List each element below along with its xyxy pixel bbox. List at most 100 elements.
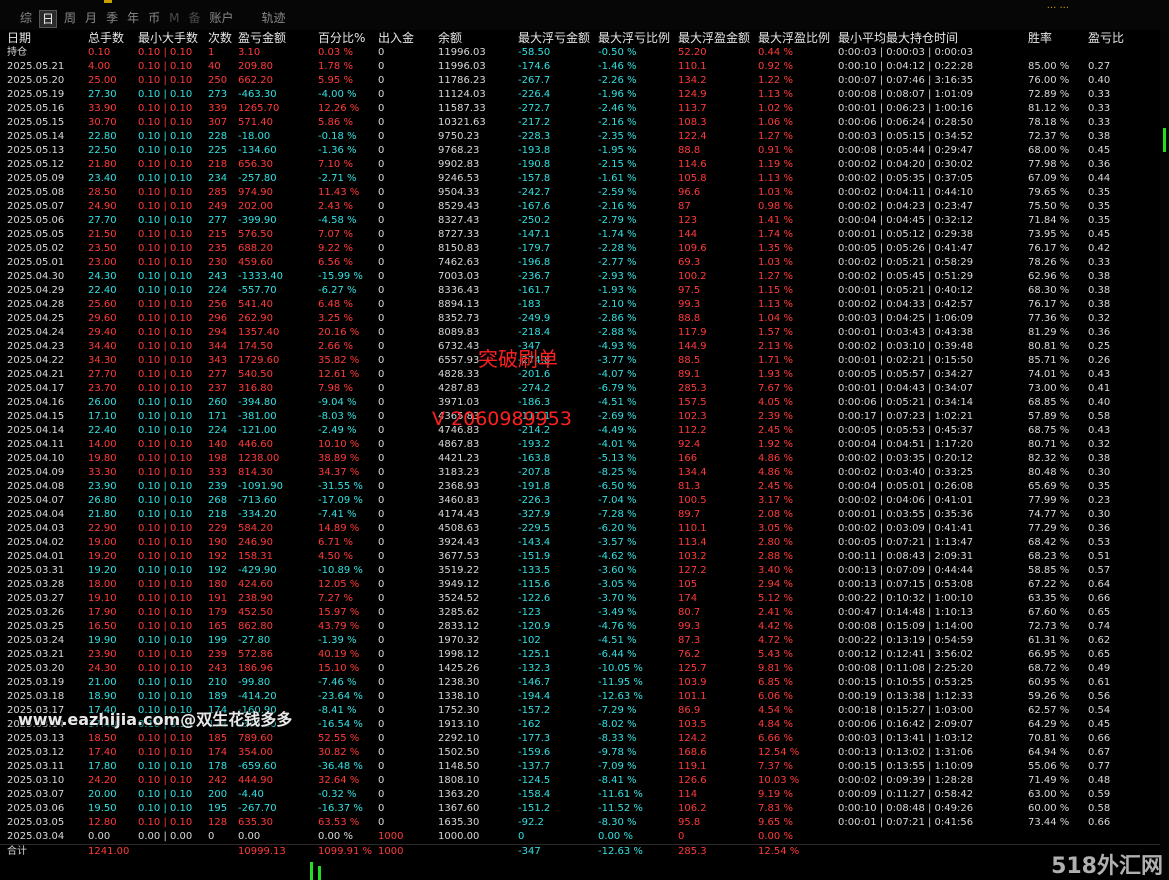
cell-deposit: 0 (378, 775, 385, 786)
table-row[interactable]: 2025.05.15 30.70 0.10 | 0.10 307 571.40 5.86 … (0, 116, 1160, 130)
table-row[interactable]: 2025.04.11 14.00 0.10 | 0.10 140 446.60 10.10… (0, 438, 1160, 452)
header-win-rate[interactable]: 胜率 (1028, 30, 1052, 46)
tab-overview[interactable]: 综 (18, 10, 34, 28)
table-row[interactable]: 2025.03.19 21.00 0.10 | 0.10 210 -99.80 -7.46… (0, 676, 1160, 690)
tab-currency[interactable]: 币 (146, 10, 162, 28)
table-row[interactable]: 2025.04.15 17.10 0.10 | 0.10 171 -381.00 -8.0… (0, 410, 1160, 424)
table-row[interactable]: 2025.05.13 22.50 0.10 | 0.10 225 -134.60 -1.3… (0, 144, 1160, 158)
header-total-lots[interactable]: 总手数 (88, 30, 124, 46)
table-row[interactable]: 2025.04.17 23.70 0.10 | 0.10 237 316.80 7.98 … (0, 382, 1160, 396)
table-row[interactable]: 2025.04.21 27.70 0.10 | 0.10 277 540.50 12.61… (0, 368, 1160, 382)
table-row[interactable]: 2025.04.16 26.00 0.10 | 0.10 260 -394.80 -9.0… (0, 396, 1160, 410)
cell-max-float-profit: 127.2 (678, 565, 707, 576)
header-profit[interactable]: 盈亏金额 (238, 30, 286, 46)
tab-m[interactable]: M (167, 10, 181, 28)
table-row[interactable]: 2025.03.13 18.50 0.10 | 0.10 185 789.60 52.55… (0, 732, 1160, 746)
header-max-float-loss[interactable]: 最大浮亏金额 (518, 30, 590, 46)
table-row[interactable]: 2025.04.02 19.00 0.10 | 0.10 190 246.90 6.71 … (0, 536, 1160, 550)
table-row[interactable]: 2025.03.10 24.20 0.10 | 0.10 242 444.90 32.64… (0, 774, 1160, 788)
header-count[interactable]: 次数 (208, 30, 232, 46)
cell-win-rate: 85.71 % (1028, 355, 1070, 366)
cell-profit: -394.80 (238, 397, 277, 408)
table-row[interactable]: 2025.05.01 23.00 0.10 | 0.10 230 459.60 6.56 … (0, 256, 1160, 270)
cell-max-float-profit: 125.7 (678, 663, 707, 674)
cell-hold-time: 0:00:02 | 0:05:35 | 0:37:05 (838, 173, 974, 184)
table-row[interactable]: 2025.04.30 24.30 0.10 | 0.10 243 -1333.40 -15… (0, 270, 1160, 284)
tab-month[interactable]: 月 (83, 10, 99, 28)
cell-hold-time: 0:00:13 | 0:13:02 | 1:31:06 (838, 747, 974, 758)
cell-max-float-profit: 126.6 (678, 775, 707, 786)
table-row[interactable]: 2025.03.11 17.80 0.10 | 0.10 178 -659.60 -36.… (0, 760, 1160, 774)
table-row[interactable]: 2025.04.29 22.40 0.10 | 0.10 224 -557.70 -6.2… (0, 284, 1160, 298)
table-row[interactable]: 2025.04.08 23.90 0.10 | 0.10 239 -1091.90 -31… (0, 480, 1160, 494)
table-row[interactable]: 2025.04.07 26.80 0.10 | 0.10 268 -713.60 -17.… (0, 494, 1160, 508)
table-row[interactable]: 2025.03.28 18.00 0.10 | 0.10 180 424.60 12.05… (0, 578, 1160, 592)
table-row[interactable]: 2025.04.28 25.60 0.10 | 0.10 256 541.40 6.48 … (0, 298, 1160, 312)
tab-day[interactable]: 日 (39, 10, 58, 28)
table-row[interactable]: 2025.05.12 21.80 0.10 | 0.10 218 656.30 7.10 … (0, 158, 1160, 172)
cell-max-float-loss-ratio: -3.05 % (598, 579, 637, 590)
table-row[interactable]: 2025.03.04 0.00 0.00 | 0.00 0 0.00 0.00 % 1000… (0, 830, 1160, 844)
table-row[interactable]: 2025.05.06 27.70 0.10 | 0.10 277 -399.90 -4.5… (0, 214, 1160, 228)
table-row[interactable]: 2025.03.26 17.90 0.10 | 0.10 179 452.50 15.97… (0, 606, 1160, 620)
table-row[interactable]: 2025.03.21 23.90 0.10 | 0.10 239 572.86 40.19… (0, 648, 1160, 662)
table-row[interactable]: 2025.04.25 29.60 0.10 | 0.10 296 262.90 3.25 … (0, 312, 1160, 326)
table-row[interactable]: 2025.05.21 4.00 0.10 | 0.10 40 209.80 1.78 % 0… (0, 60, 1160, 74)
table-row[interactable]: 2025.05.16 33.90 0.10 | 0.10 339 1265.70 12.2… (0, 102, 1160, 116)
table-row[interactable]: 2025.04.01 19.20 0.10 | 0.10 192 158.31 4.50 … (0, 550, 1160, 564)
table-row[interactable]: 2025.05.05 21.50 0.10 | 0.10 215 576.50 7.07 … (0, 228, 1160, 242)
table-row[interactable]: 2025.05.20 25.00 0.10 | 0.10 250 662.20 5.95 … (0, 74, 1160, 88)
table-row[interactable]: 2025.03.18 18.90 0.10 | 0.10 189 -414.20 -23.… (0, 690, 1160, 704)
cell-max-float-profit-ratio: 2.88 % (758, 551, 793, 562)
table-row[interactable]: 2025.05.14 22.80 0.10 | 0.10 228 -18.00 -0.18… (0, 130, 1160, 144)
table-row[interactable]: 2025.03.25 16.50 0.10 | 0.10 165 862.80 43.79… (0, 620, 1160, 634)
header-date[interactable]: 日期 (7, 30, 31, 46)
header-deposit[interactable]: 出入金 (378, 30, 414, 46)
tab-week[interactable]: 周 (62, 10, 78, 28)
header-hold-time[interactable]: 最小平均最大持仓时间 (838, 30, 958, 46)
cell-total-lots: 16.50 (88, 621, 117, 632)
table-row[interactable]: 2025.03.31 19.20 0.10 | 0.10 192 -429.90 -10.… (0, 564, 1160, 578)
header-max-float-profit[interactable]: 最大浮盈金额 (678, 30, 750, 46)
table-row[interactable]: 2025.03.05 12.80 0.10 | 0.10 128 635.30 63.53… (0, 816, 1160, 830)
table-row[interactable]: 2025.04.09 33.30 0.10 | 0.10 333 814.30 34.37… (0, 466, 1160, 480)
cell-count: 215 (208, 229, 228, 240)
tab-quarter[interactable]: 季 (104, 10, 120, 28)
table-row[interactable]: 2025.03.24 19.90 0.10 | 0.10 199 -27.80 -1.39… (0, 634, 1160, 648)
table-row[interactable]: 2025.04.03 22.90 0.10 | 0.10 229 584.20 14.89… (0, 522, 1160, 536)
header-max-float-profit-ratio[interactable]: 最大浮盈比例 (758, 30, 830, 46)
cell-max-float-profit: 113.4 (678, 537, 707, 548)
table-row[interactable]: 2025.03.12 17.40 0.10 | 0.10 174 354.00 30.82… (0, 746, 1160, 760)
tab-account[interactable]: 账户 (207, 10, 235, 28)
header-percent[interactable]: 百分比% (318, 30, 365, 46)
table-row[interactable]: 2025.04.22 34.30 0.10 | 0.10 343 1729.60 35.8… (0, 354, 1160, 368)
header-profit-loss-ratio[interactable]: 盈亏比 (1088, 30, 1124, 46)
header-balance[interactable]: 余额 (438, 30, 462, 46)
table-row[interactable]: 2025.03.07 20.00 0.10 | 0.10 200 -4.40 -0.32 … (0, 788, 1160, 802)
cell-profit-loss-ratio: 0.64 (1088, 579, 1111, 590)
cell-max-float-loss: -159.6 (518, 747, 551, 758)
table-row[interactable]: 2025.05.09 23.40 0.10 | 0.10 234 -257.80 -2.7… (0, 172, 1160, 186)
cell-hold-time: 0:00:22 | 0:13:19 | 0:54:59 (838, 635, 974, 646)
header-min-max-lots[interactable]: 最小大手数 (138, 30, 198, 46)
table-row[interactable]: 2025.03.06 19.50 0.10 | 0.10 195 -267.70 -16.… (0, 802, 1160, 816)
table-row[interactable]: 2025.04.23 34.40 0.10 | 0.10 344 174.50 2.66 … (0, 340, 1160, 354)
table-row[interactable]: 2025.04.10 19.80 0.10 | 0.10 198 1238.00 38.8… (0, 452, 1160, 466)
table-row[interactable]: 2025.05.08 28.50 0.10 | 0.10 285 974.90 11.43… (0, 186, 1160, 200)
table-row[interactable]: 2025.04.04 21.80 0.10 | 0.10 218 -334.20 -7.4… (0, 508, 1160, 522)
open-position-row[interactable]: 持仓 0.10 0.10 | 0.10 1 3.10 0.03 % 0 11996.03 -58… (0, 46, 1160, 60)
tab-spacer (241, 10, 255, 28)
cell-win-rate: 76.00 % (1028, 75, 1070, 86)
header-max-float-loss-ratio[interactable]: 最大浮亏比例 (598, 30, 670, 46)
table-row[interactable]: 2025.05.02 23.50 0.10 | 0.10 235 688.20 9.22 … (0, 242, 1160, 256)
table-row[interactable]: 2025.05.07 24.90 0.10 | 0.10 249 202.00 2.43 … (0, 200, 1160, 214)
cell-max-float-profit: 110.1 (678, 523, 707, 534)
table-row[interactable]: 2025.03.20 24.30 0.10 | 0.10 243 186.96 15.10… (0, 662, 1160, 676)
tab-trajectory[interactable]: 轨迹 (260, 10, 288, 28)
table-row[interactable]: 2025.03.27 19.10 0.10 | 0.10 191 238.90 7.27 … (0, 592, 1160, 606)
tab-note[interactable]: 备 (186, 10, 202, 28)
table-row[interactable]: 2025.04.14 22.40 0.10 | 0.10 224 -121.00 -2.4… (0, 424, 1160, 438)
table-row[interactable]: 2025.05.19 27.30 0.10 | 0.10 273 -463.30 -4.0… (0, 88, 1160, 102)
table-row[interactable]: 2025.04.24 29.40 0.10 | 0.10 294 1357.40 20.1… (0, 326, 1160, 340)
tab-year[interactable]: 年 (125, 10, 141, 28)
